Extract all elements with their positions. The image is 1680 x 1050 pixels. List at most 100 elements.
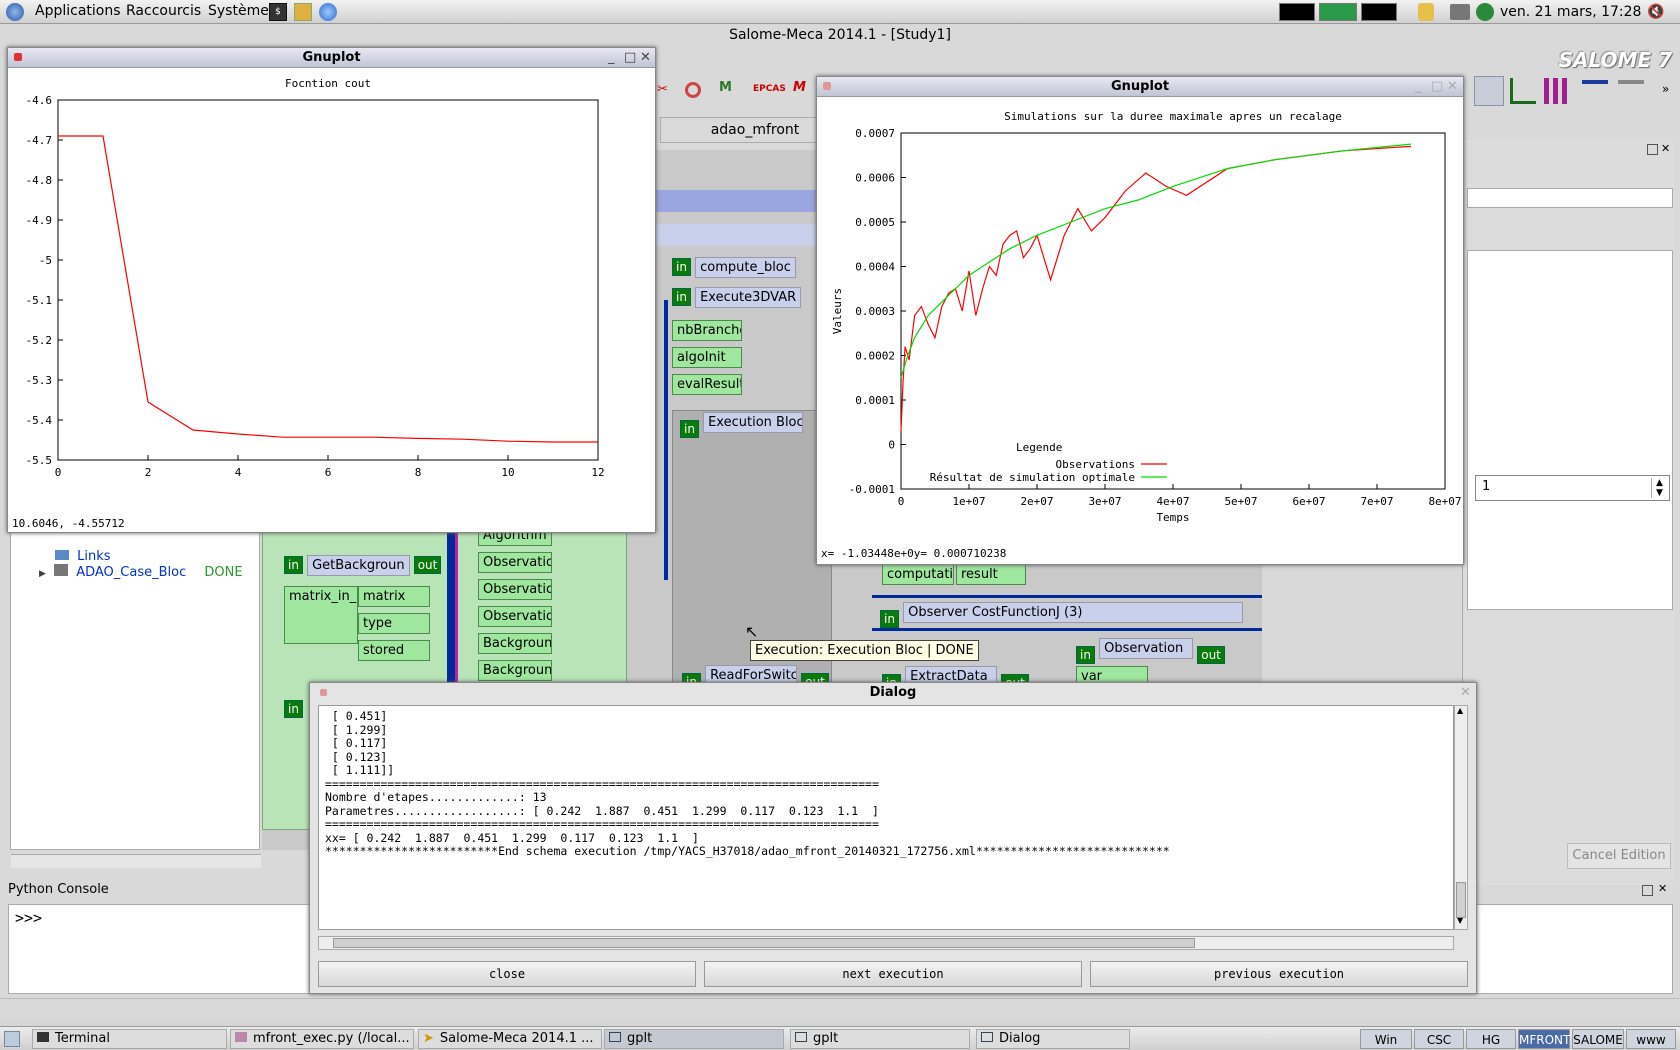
port-stored[interactable]: stored [358, 640, 430, 661]
task-gplt-2[interactable]: gplt [790, 1029, 970, 1049]
execution-log[interactable]: [ 0.451] [ 1.299] [ 0.117] [ 0.123] [ 1.… [318, 705, 1454, 930]
module-icon-5[interactable]: M [793, 80, 806, 95]
app-launcher-icon[interactable] [294, 3, 312, 21]
minimize-icon[interactable]: _ [608, 50, 615, 65]
port-matrix[interactable]: matrix [358, 586, 430, 607]
node-getbackground[interactable]: in GetBackgroun out [284, 555, 442, 576]
tree-item-links[interactable]: Links [55, 549, 111, 564]
close-icon[interactable]: ✕ [1460, 685, 1471, 700]
node-compute-bloc[interactable]: in compute_bloc [672, 257, 796, 278]
workspace-csc[interactable]: CSC [1414, 1029, 1464, 1049]
module-icon-3[interactable]: M [719, 80, 732, 95]
spin-box[interactable]: 1 ▲ ▼ [1475, 475, 1670, 501]
close-icon[interactable]: ✕ [1447, 79, 1458, 94]
port-computation[interactable]: computatic [882, 564, 954, 585]
workspace-hg[interactable]: HG [1466, 1029, 1516, 1049]
port-out[interactable]: out [413, 556, 442, 574]
cancel-edition-button[interactable]: Cancel Edition [1567, 843, 1671, 869]
port-in[interactable]: in [680, 420, 699, 438]
port-in[interactable]: in [880, 610, 899, 628]
property-editor[interactable] [1467, 250, 1673, 610]
arrange2-icon[interactable] [1618, 80, 1644, 100]
node-observation[interactable]: in Observation out [1076, 638, 1225, 664]
port-evalresults[interactable]: evalResults [672, 374, 742, 395]
clock[interactable]: ven. 21 mars, 17:28 [1500, 4, 1641, 20]
port-in[interactable]: in [284, 700, 303, 718]
close-icon[interactable]: ✕ [640, 50, 651, 65]
tree-item-adao-case-bloc[interactable]: ▶ ADAO_Case_Bloc DONE [39, 564, 243, 580]
maximize-icon[interactable]: □ [1431, 79, 1443, 94]
window-menu-icon[interactable] [823, 82, 831, 90]
minimize-icon[interactable]: _ [1415, 79, 1422, 94]
show-desktop-icon[interactable] [4, 1031, 20, 1047]
port-type[interactable]: type [358, 613, 430, 634]
gnome-foot-icon[interactable] [6, 3, 24, 21]
browser-launcher-icon[interactable] [319, 3, 337, 21]
menu-applications[interactable]: Applications [35, 3, 121, 19]
port-in[interactable]: in [1076, 646, 1095, 664]
module-icon-4[interactable]: EPCAS [753, 84, 786, 94]
port-algoinit[interactable]: algoInit [672, 347, 742, 368]
maximize-icon[interactable]: □ [624, 50, 636, 65]
port-nbbranche[interactable]: nbBranche [672, 320, 742, 341]
workspace-mfront[interactable]: MFRONT [1518, 1029, 1570, 1049]
vertical-scrollbar[interactable]: ▲ ▼ [1454, 705, 1468, 930]
workspace-salome[interactable]: SALOME [1572, 1029, 1624, 1049]
volume-muted-icon[interactable]: 🔇 [1647, 4, 1664, 20]
grid-icon[interactable] [1544, 78, 1570, 104]
lock-icon[interactable] [1418, 3, 1434, 21]
workspace-www[interactable]: www [1626, 1029, 1676, 1049]
window-menu-icon[interactable] [320, 689, 327, 696]
arrange-icon[interactable] [1582, 80, 1608, 100]
port-result[interactable]: result [956, 564, 1026, 585]
scroll-thumb[interactable] [333, 938, 1195, 948]
console-close-icon[interactable]: ✕ [1658, 882, 1667, 895]
simulation-plot[interactable]: Simulations sur la duree maximale apres … [817, 97, 1463, 565]
port-background-1[interactable]: Backgroun [478, 633, 552, 654]
menu-raccourcis[interactable]: Raccourcis [126, 3, 201, 19]
task-mfront-exec[interactable]: mfront_exec.py (/local... [230, 1029, 414, 1049]
close-button[interactable]: close [318, 961, 696, 987]
node-execute3dvar[interactable]: in Execute3DVAR [672, 287, 802, 308]
dock-close-icon[interactable]: ✕ [1661, 142, 1670, 155]
node-execution-bloc[interactable]: in Execution Bloc [680, 412, 804, 438]
window-menu-icon[interactable] [14, 53, 22, 61]
module-icon-2[interactable] [685, 82, 701, 98]
workspace-win[interactable]: Win [1360, 1029, 1412, 1049]
printer-icon[interactable] [1450, 4, 1470, 20]
spin-arrows-icon[interactable]: ▲ ▼ [1651, 478, 1667, 498]
cost-plot[interactable]: Focntion cout 0 2 4 6 8 10 12 -4.6 -4.7 -4.8 -4.9 -5… [8, 68, 656, 533]
scroll-thumb[interactable] [1456, 882, 1466, 918]
horizontal-scrollbar[interactable] [318, 936, 1454, 950]
dock-float-icon[interactable] [1647, 144, 1658, 155]
update-check-icon[interactable] [1476, 3, 1494, 21]
node-observer-costfunction[interactable]: in Observer CostFunctionJ (3) [880, 602, 1244, 628]
port-out[interactable]: out [1197, 646, 1225, 664]
port-observation-3[interactable]: Observatio [478, 606, 552, 627]
toolbar-more-icon[interactable]: » [1662, 82, 1669, 96]
port-background-2[interactable]: Backgroun [478, 660, 552, 681]
menu-systeme[interactable]: Système [208, 3, 269, 19]
expand-arrow-icon[interactable]: ▶ [39, 569, 46, 579]
task-gplt-1[interactable]: gplt [604, 1029, 784, 1049]
task-dialog[interactable]: Dialog [976, 1029, 1130, 1049]
link-edit-icon[interactable] [1474, 76, 1504, 106]
port-observation-2[interactable]: Observatio [478, 579, 552, 600]
task-terminal[interactable]: Terminal [32, 1029, 227, 1049]
port-in[interactable]: in [284, 556, 303, 574]
horizontal-scrollbar[interactable] [11, 854, 261, 868]
console-float-icon[interactable] [1642, 885, 1653, 896]
node-small-in[interactable]: in [284, 700, 303, 718]
scroll-down-icon[interactable]: ▼ [1457, 916, 1463, 925]
port-observation-1[interactable]: Observatio [478, 552, 552, 573]
link-route-icon[interactable] [1510, 78, 1536, 104]
task-salome-meca[interactable]: ➤ Salome-Meca 2014.1 ... [418, 1029, 602, 1049]
terminal-launcher-icon[interactable]: $ [269, 3, 287, 21]
previous-execution-button[interactable]: previous execution [1090, 961, 1468, 987]
port-in[interactable]: in [672, 288, 691, 306]
module-icon-1[interactable]: ✂ [657, 82, 668, 97]
property-field[interactable] [1467, 188, 1673, 208]
scroll-up-icon[interactable]: ▲ [1457, 706, 1463, 715]
port-matrix-in[interactable]: matrix_in_s [284, 586, 358, 644]
next-execution-button[interactable]: next execution [704, 961, 1082, 987]
